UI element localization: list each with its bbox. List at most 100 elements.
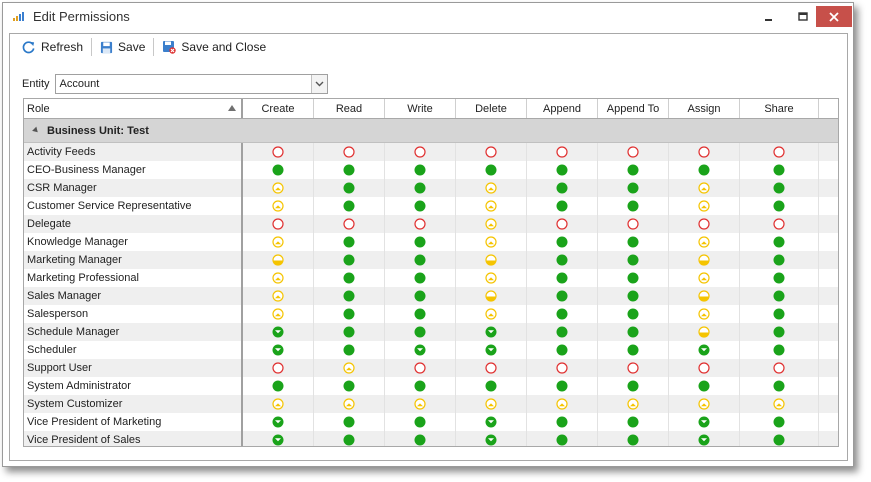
permission-cell-write[interactable] (385, 179, 456, 197)
collapse-triangle-icon[interactable] (32, 126, 40, 135)
permission-cell-append[interactable] (527, 413, 598, 431)
table-row[interactable]: Salesperson (24, 305, 838, 323)
column-header-delete[interactable]: Delete (456, 99, 527, 118)
permission-cell-append-to[interactable] (598, 431, 669, 446)
permission-cell-share[interactable] (740, 197, 819, 215)
permission-cell-append-to[interactable] (598, 215, 669, 233)
permission-cell-append[interactable] (527, 251, 598, 269)
permission-cell-delete[interactable] (456, 431, 527, 446)
permission-cell-assign[interactable] (669, 233, 740, 251)
permission-cell-read[interactable] (314, 431, 385, 446)
permission-cell-create[interactable] (243, 395, 314, 413)
permission-cell-assign[interactable] (669, 395, 740, 413)
permission-cell-append-to[interactable] (598, 323, 669, 341)
permission-cell-read[interactable] (314, 179, 385, 197)
permission-cell-assign[interactable] (669, 323, 740, 341)
permission-cell-read[interactable] (314, 341, 385, 359)
permission-cell-delete[interactable] (456, 269, 527, 287)
permission-cell-append[interactable] (527, 161, 598, 179)
permission-cell-append-to[interactable] (598, 269, 669, 287)
permission-cell-append-to[interactable] (598, 413, 669, 431)
permission-cell-delete[interactable] (456, 305, 527, 323)
permission-cell-write[interactable] (385, 431, 456, 446)
permission-cell-append-to[interactable] (598, 359, 669, 377)
permission-cell-append[interactable] (527, 179, 598, 197)
permission-cell-share[interactable] (740, 323, 819, 341)
permission-cell-append[interactable] (527, 395, 598, 413)
permission-cell-delete[interactable] (456, 413, 527, 431)
permission-cell-create[interactable] (243, 323, 314, 341)
permission-cell-share[interactable] (740, 395, 819, 413)
permission-cell-append[interactable] (527, 287, 598, 305)
permission-cell-read[interactable] (314, 269, 385, 287)
permission-cell-write[interactable] (385, 233, 456, 251)
permission-cell-assign[interactable] (669, 413, 740, 431)
table-row[interactable]: Knowledge Manager (24, 233, 838, 251)
table-row[interactable]: Customer Service Representative (24, 197, 838, 215)
permission-cell-delete[interactable] (456, 161, 527, 179)
permission-cell-assign[interactable] (669, 359, 740, 377)
permission-cell-assign[interactable] (669, 305, 740, 323)
table-row[interactable]: Marketing Manager (24, 251, 838, 269)
table-row[interactable]: Scheduler (24, 341, 838, 359)
permission-cell-read[interactable] (314, 359, 385, 377)
column-header-create[interactable]: Create (243, 99, 314, 118)
permission-cell-delete[interactable] (456, 251, 527, 269)
permission-cell-write[interactable] (385, 359, 456, 377)
permission-cell-assign[interactable] (669, 287, 740, 305)
permission-cell-append[interactable] (527, 341, 598, 359)
permission-cell-assign[interactable] (669, 143, 740, 161)
permission-cell-append-to[interactable] (598, 161, 669, 179)
permission-cell-append-to[interactable] (598, 179, 669, 197)
permission-cell-assign[interactable] (669, 377, 740, 395)
permission-cell-append-to[interactable] (598, 233, 669, 251)
refresh-button[interactable]: Refresh (16, 36, 88, 58)
table-row[interactable]: CEO-Business Manager (24, 161, 838, 179)
table-row[interactable]: System Administrator (24, 377, 838, 395)
permission-cell-share[interactable] (740, 161, 819, 179)
dropdown-arrow-button[interactable] (310, 75, 327, 93)
table-row[interactable]: Vice President of Marketing (24, 413, 838, 431)
permission-cell-append[interactable] (527, 215, 598, 233)
table-row[interactable]: Sales Manager (24, 287, 838, 305)
permission-cell-append[interactable] (527, 233, 598, 251)
permission-cell-assign[interactable] (669, 215, 740, 233)
permission-cell-read[interactable] (314, 395, 385, 413)
permission-cell-delete[interactable] (456, 395, 527, 413)
permission-cell-read[interactable] (314, 305, 385, 323)
permission-cell-write[interactable] (385, 215, 456, 233)
permission-cell-assign[interactable] (669, 269, 740, 287)
column-header-append[interactable]: Append (527, 99, 598, 118)
permission-cell-delete[interactable] (456, 287, 527, 305)
entity-select[interactable]: Account (54, 74, 328, 94)
permission-cell-read[interactable] (314, 251, 385, 269)
column-header-read[interactable]: Read (314, 99, 385, 118)
permission-cell-assign[interactable] (669, 179, 740, 197)
permission-cell-append[interactable] (527, 143, 598, 161)
minimize-button[interactable] (752, 6, 786, 27)
column-header-role[interactable]: Role (24, 99, 243, 118)
table-row[interactable]: Marketing Professional (24, 269, 838, 287)
column-header-assign[interactable]: Assign (669, 99, 740, 118)
permission-cell-delete[interactable] (456, 323, 527, 341)
permission-cell-write[interactable] (385, 269, 456, 287)
permission-cell-read[interactable] (314, 377, 385, 395)
permission-cell-delete[interactable] (456, 143, 527, 161)
permission-cell-append[interactable] (527, 431, 598, 446)
permission-cell-append-to[interactable] (598, 341, 669, 359)
column-header-append-to[interactable]: Append To (598, 99, 669, 118)
permission-cell-write[interactable] (385, 197, 456, 215)
permission-cell-create[interactable] (243, 179, 314, 197)
permission-cell-append[interactable] (527, 359, 598, 377)
permission-cell-create[interactable] (243, 251, 314, 269)
permission-cell-create[interactable] (243, 431, 314, 446)
permission-cell-read[interactable] (314, 197, 385, 215)
group-row-business-unit[interactable]: Business Unit: Test (24, 119, 838, 143)
permission-cell-write[interactable] (385, 251, 456, 269)
permission-cell-assign[interactable] (669, 431, 740, 446)
table-row[interactable]: Activity Feeds (24, 143, 838, 161)
permission-cell-share[interactable] (740, 215, 819, 233)
permission-cell-append[interactable] (527, 197, 598, 215)
permission-cell-delete[interactable] (456, 377, 527, 395)
permission-cell-read[interactable] (314, 287, 385, 305)
